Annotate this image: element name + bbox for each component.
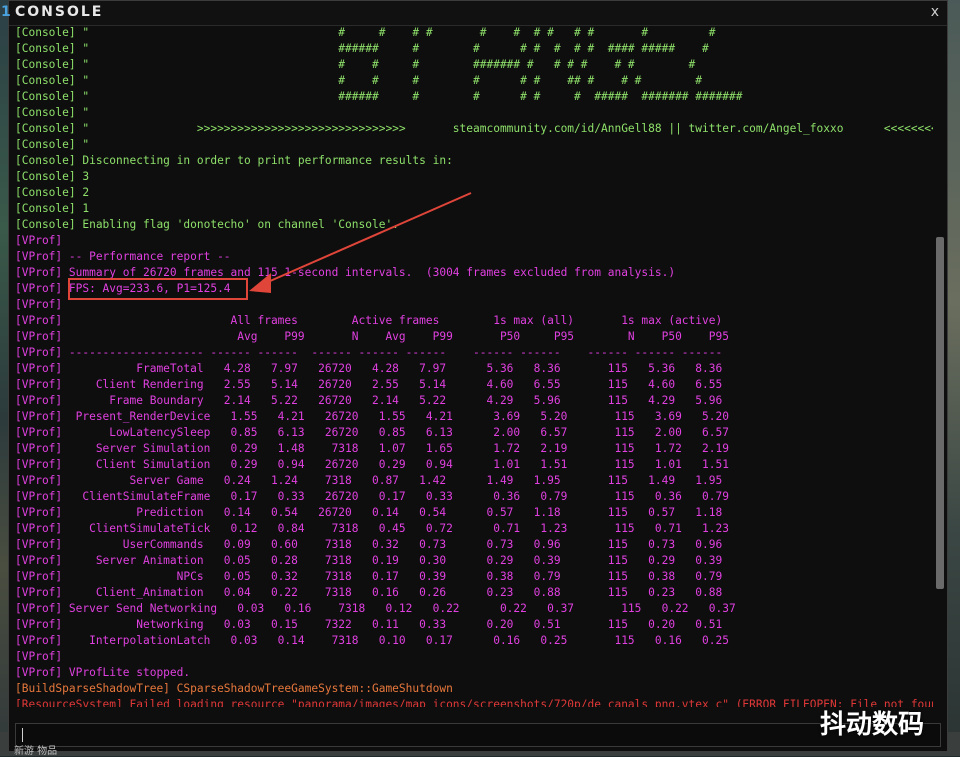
log-line: [VProf] Client_Animation 0.04 0.22 7318 … — [15, 586, 723, 599]
log-line: [VProf] Avg P99 N Avg P99 P50 P95 N P50 … — [15, 330, 729, 343]
console-log: [Console] " # # # # # # # # # # # # [Cons… — [15, 25, 933, 707]
log-line: [VProf] InterpolationLatch 0.03 0.14 731… — [15, 634, 729, 647]
log-line: [VProf] Networking 0.03 0.15 7322 0.11 0… — [15, 618, 723, 631]
log-line: [VProf] Client Simulation 0.29 0.94 2672… — [15, 458, 729, 471]
log-line: [Console] " >>>>>>>>>>>>>>>>>>>>>>>>>>>>… — [15, 122, 933, 135]
log-line: [ResourceSystem] Failed loading resource… — [15, 698, 933, 707]
log-line: [VProf] VProfLite stopped. — [15, 666, 191, 679]
log-line: [Console] 1 — [15, 202, 90, 215]
console-window: 1 CONSOLE x [Console] " # # # # # # # # … — [1, 0, 948, 752]
log-line: [VProf] Server Send Networking 0.03 0.16… — [15, 602, 736, 615]
console-titlebar[interactable]: 1 CONSOLE x — [1, 1, 947, 26]
bottom-overlay-text: 新游 物品 — [14, 746, 58, 757]
log-line: [Console] " # # # # # # ## # # # # — [15, 74, 703, 87]
watermark: 抖动数码 — [820, 710, 925, 740]
log-line: [VProf] — [15, 234, 63, 247]
log-line: [Console] " # # # ####### # # # # # # # — [15, 58, 696, 71]
log-line: [Console] " ###### # # # # # # # #### ##… — [15, 42, 709, 55]
log-line: [VProf] All frames Active frames 1s max … — [15, 314, 723, 327]
log-line: [Console] 3 — [15, 170, 90, 183]
side-tab-number: 1 — [1, 4, 11, 20]
log-line: [Console] 2 — [15, 186, 90, 199]
log-line: [Console] " — [15, 106, 90, 119]
log-line: [Console] Enabling flag 'donotecho' on c… — [15, 218, 399, 231]
log-line: [VProf] Server Simulation 0.29 1.48 7318… — [15, 442, 729, 455]
game-background-right — [946, 0, 960, 756]
log-line: [VProf] NPCs 0.05 0.32 7318 0.17 0.39 0.… — [15, 570, 723, 583]
log-line: [VProf] Server Game 0.24 1.24 7318 0.87 … — [15, 474, 723, 487]
log-line: [VProf] FrameTotal 4.28 7.97 26720 4.28 … — [15, 362, 723, 375]
log-line: [VProf] ClientSimulateTick 0.12 0.84 731… — [15, 522, 729, 535]
log-line: [BuildSparseShadowTree] CSparseShadowTre… — [15, 682, 453, 695]
log-line: [VProf] -------------------- ------ ----… — [15, 346, 723, 359]
console-input[interactable] — [15, 723, 941, 747]
log-line: [VProf] UserCommands 0.09 0.60 7318 0.32… — [15, 538, 723, 551]
log-line: [VProf] Present_RenderDevice 1.55 4.21 2… — [15, 410, 729, 423]
log-line: [VProf] Server Animation 0.05 0.28 7318 … — [15, 554, 723, 567]
log-line: [VProf] ClientSimulateFrame 0.17 0.33 26… — [15, 490, 729, 503]
log-line: [VProf] Frame Boundary 2.14 5.22 26720 2… — [15, 394, 723, 407]
log-line: [VProf] — [15, 650, 63, 663]
text-caret — [22, 728, 23, 742]
console-title: CONSOLE — [15, 4, 104, 20]
fps-highlight-box — [68, 278, 248, 300]
log-line: [Console] " # # # # # # # # # # # # — [15, 26, 716, 39]
log-line: [Console] Disconnecting in order to prin… — [15, 154, 453, 167]
log-line: [VProf] Client Rendering 2.55 5.14 26720… — [15, 378, 723, 391]
log-line: [Console] " — [15, 138, 90, 151]
log-line: [Console] " ###### # # # # # ##### #####… — [15, 90, 743, 103]
log-line: [VProf] Prediction 0.14 0.54 26720 0.14 … — [15, 506, 723, 519]
log-scrollbar[interactable] — [936, 237, 944, 589]
log-line: [VProf] -- Performance report -- — [15, 250, 231, 263]
log-line: [VProf] LowLatencySleep 0.85 6.13 26720 … — [15, 426, 729, 439]
close-icon[interactable]: x — [931, 4, 939, 20]
